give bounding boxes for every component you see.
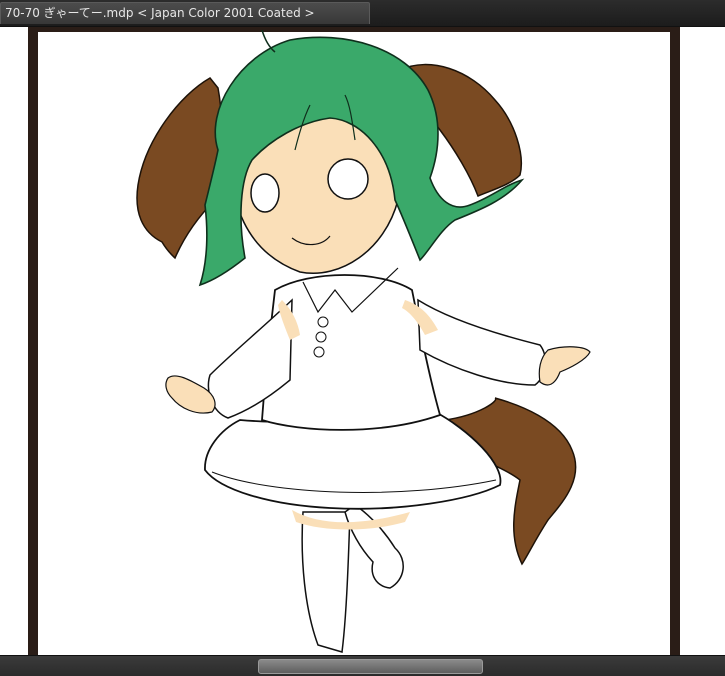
left-eye [250, 173, 280, 213]
button [317, 316, 329, 328]
scrollbar-thumb[interactable] [258, 659, 483, 674]
button [313, 346, 325, 358]
document-tab[interactable]: 70-70 ぎゃーてー.mdp < Japan Color 2001 Coate… [0, 2, 370, 24]
right-eye [327, 158, 369, 200]
artwork [136, 29, 591, 653]
left-leg [301, 511, 351, 653]
button [315, 331, 327, 343]
document-tab-title: 70-70 ぎゃーてー.mdp < Japan Color 2001 Coate… [5, 6, 315, 20]
canvas-viewport[interactable] [0, 27, 725, 655]
horizontal-scrollbar[interactable] [0, 655, 725, 676]
document-tab-strip: 70-70 ぎゃーてー.mdp < Japan Color 2001 Coate… [0, 0, 725, 27]
right-sleeve [417, 298, 547, 386]
app-window: 70-70 ぎゃーてー.mdp < Japan Color 2001 Coate… [0, 0, 725, 676]
left-hand [165, 375, 216, 414]
right-hand [538, 346, 591, 386]
